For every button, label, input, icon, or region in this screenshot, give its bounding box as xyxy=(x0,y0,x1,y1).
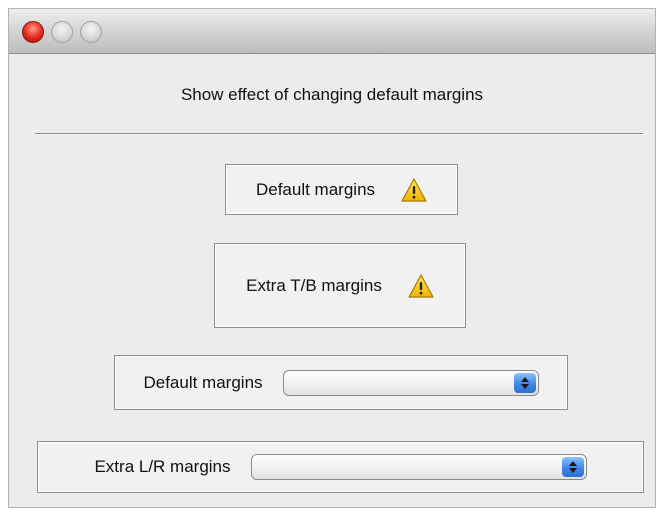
close-button[interactable] xyxy=(22,21,44,43)
page-title: Show effect of changing default margins xyxy=(180,85,484,104)
extra-lr-margins-popup[interactable] xyxy=(250,454,587,480)
separator xyxy=(35,133,643,135)
zoom-button[interactable] xyxy=(80,21,102,43)
extra-tb-margins-panel: Extra T/B margins xyxy=(214,243,466,328)
warning-icon xyxy=(408,273,434,298)
default-margins-label: Default margins xyxy=(255,179,376,199)
default-margins-panel: Default margins xyxy=(225,164,458,215)
default-margins-popup[interactable] xyxy=(282,369,539,396)
extra-lr-margins-label: Extra L/R margins xyxy=(94,457,231,476)
default-margins-popup-panel: Default margins xyxy=(114,355,568,410)
popup-arrows-icon xyxy=(561,457,584,477)
minimize-button[interactable] xyxy=(51,21,73,43)
default-margins-popup-label: Default margins xyxy=(143,372,263,392)
window: Show effect of changing default margins … xyxy=(8,8,656,508)
extra-tb-margins-label: Extra T/B margins xyxy=(246,275,382,295)
title-bar xyxy=(9,9,655,54)
extra-lr-margins-panel: Extra L/R margins xyxy=(37,441,644,493)
warning-icon xyxy=(401,177,427,202)
popup-arrows-icon xyxy=(513,372,536,393)
